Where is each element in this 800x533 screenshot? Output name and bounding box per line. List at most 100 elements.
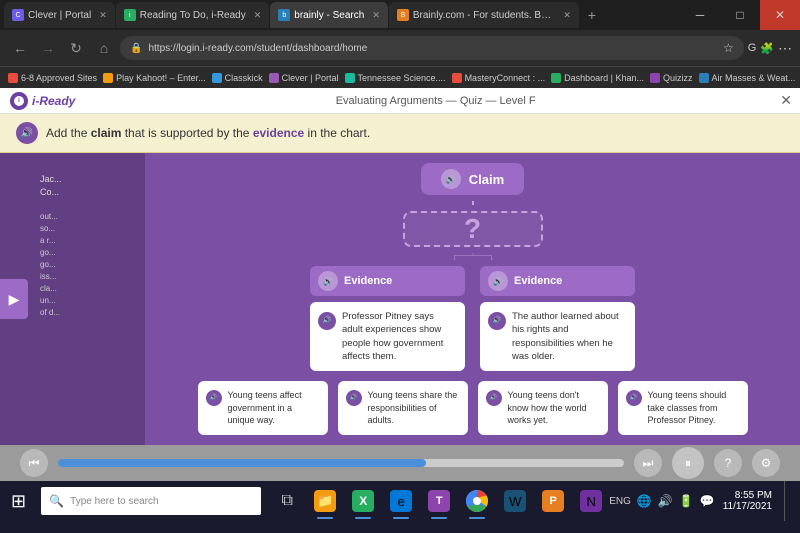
- evidence-sound-btn-2[interactable]: 🔊: [488, 271, 508, 291]
- tab-brainly[interactable]: b brainly - Search ✕: [270, 2, 388, 28]
- bookmark-tennessee[interactable]: Tennessee Science....: [345, 73, 446, 83]
- evidence-sound-btn-1[interactable]: 🔊: [318, 271, 338, 291]
- grammarly-icon[interactable]: G: [748, 42, 757, 54]
- taskbar-search[interactable]: 🔍 Type here to search: [41, 487, 261, 515]
- taskbar-powerpoint-app[interactable]: P: [535, 481, 571, 521]
- tab-brainly2[interactable]: B Brainly.com - For students. By st... ✕: [389, 2, 579, 28]
- minimize-button[interactable]: ─: [680, 0, 720, 30]
- iready-logo: i i-Ready: [10, 92, 75, 110]
- settings-icon: ⚙: [761, 456, 772, 470]
- tab-close-iready[interactable]: ✕: [254, 10, 262, 21]
- language-icon: ENG: [609, 496, 631, 507]
- bookmark-quizizz[interactable]: Quizizz: [650, 73, 693, 83]
- bottom-controls-bar: ⏮ ⏭ ⏸ ? ⚙: [0, 445, 800, 481]
- taskbar-apps-area: ⧉ 📁 X e T: [269, 481, 609, 521]
- answer-card-4[interactable]: 🔊 Young teens should take classes from P…: [618, 381, 748, 435]
- answer-card-1[interactable]: 🔊 Young teens affect government in a uni…: [198, 381, 328, 435]
- settings-button[interactable]: ⚙: [752, 449, 780, 477]
- bookmark-star-icon[interactable]: ☆: [723, 41, 734, 55]
- notification-icon[interactable]: 💬: [700, 494, 715, 508]
- claim-sound-button[interactable]: 🔊: [441, 169, 461, 189]
- sidebar-line2: Co...: [40, 186, 135, 199]
- answer-speaker-icon-1: 🔊: [210, 394, 217, 402]
- more-options-icon[interactable]: ⋯: [778, 40, 792, 57]
- tab-label-iready: Reading To Do, i-Ready: [140, 10, 246, 21]
- bookmark-dashboard[interactable]: Dashboard | Khan...: [551, 73, 644, 83]
- modal-close-button[interactable]: ✕: [780, 92, 792, 109]
- bookmark-label-air-masses: Air Masses & Weat...: [712, 73, 796, 83]
- answer-speaker-icon-2: 🔊: [350, 394, 357, 402]
- bookmark-classkick[interactable]: Classkick: [212, 73, 263, 83]
- show-desktop-button[interactable]: [784, 481, 792, 521]
- taskbar-word-app[interactable]: W: [497, 481, 533, 521]
- evidence-row: 🔊 Evidence 🔊 Professor Pitney says adult…: [310, 266, 635, 371]
- bookmark-kahoot[interactable]: Play Kahoot! – Enter...: [103, 73, 206, 83]
- arrow-connectors-svg: [303, 253, 643, 260]
- evidence-body-sound-btn-2[interactable]: 🔊: [488, 312, 506, 330]
- network-icon[interactable]: 🌐: [637, 494, 652, 508]
- tab-close-brainly2[interactable]: ✕: [563, 10, 571, 21]
- rewind-button[interactable]: ⏮: [20, 449, 48, 477]
- answer-text-2: Young teens share the responsibilities o…: [368, 389, 460, 427]
- tab-favicon-iready: i: [124, 9, 136, 21]
- evidence-header-2: 🔊 Evidence: [480, 266, 635, 296]
- tab-close-clever[interactable]: ✕: [99, 10, 107, 21]
- bookmark-mastery[interactable]: MasteryConnect : ...: [452, 73, 546, 83]
- bookmark-air-masses[interactable]: Air Masses & Weat...: [699, 73, 796, 83]
- battery-icon[interactable]: 🔋: [679, 494, 694, 508]
- connector-top: [472, 201, 474, 205]
- tab-bar: C Clever | Portal ✕ i Reading To Do, i-R…: [0, 0, 800, 30]
- evidence-body-sound-btn-1[interactable]: 🔊: [318, 312, 336, 330]
- bookmark-clever[interactable]: Clever | Portal: [269, 73, 339, 83]
- sidebar-play-button[interactable]: ▶: [0, 279, 28, 319]
- back-button[interactable]: ←: [8, 36, 32, 60]
- tab-clever[interactable]: C Clever | Portal ✕: [4, 2, 115, 28]
- evidence-body-1: 🔊 Professor Pitney says adult experience…: [310, 302, 465, 371]
- search-icon: 🔍: [49, 494, 64, 508]
- answer-sound-btn-1[interactable]: 🔊: [206, 390, 222, 406]
- fast-forward-button[interactable]: ⏭: [634, 449, 662, 477]
- start-button[interactable]: ⊞: [0, 481, 37, 521]
- puzzle-icon[interactable]: 🧩: [760, 42, 774, 55]
- home-button[interactable]: ⌂: [92, 36, 116, 60]
- claim-word: claim: [91, 126, 122, 140]
- diagram-area: 🔊 Claim ?: [145, 153, 800, 445]
- taskbar-teams-app[interactable]: T: [421, 481, 457, 521]
- volume-icon[interactable]: 🔊: [658, 494, 673, 508]
- tab-iready[interactable]: i Reading To Do, i-Ready ✕: [116, 2, 270, 28]
- forward-button[interactable]: →: [36, 36, 60, 60]
- taskbar-edge-app[interactable]: e: [383, 481, 419, 521]
- bookmark-label-tennessee: Tennessee Science....: [358, 73, 446, 83]
- close-window-button[interactable]: ✕: [760, 0, 800, 30]
- answer-card-2[interactable]: 🔊 Young teens share the responsibilities…: [338, 381, 468, 435]
- reload-button[interactable]: ↻: [64, 36, 88, 60]
- answer-sound-btn-3[interactable]: 🔊: [486, 390, 502, 406]
- bookmark-favicon-quizizz: [650, 73, 660, 83]
- taskbar-excel-app[interactable]: X: [345, 481, 381, 521]
- taskbar-chrome-app[interactable]: [459, 481, 495, 521]
- help-button[interactable]: ?: [714, 449, 742, 477]
- answer-card-3[interactable]: 🔊 Young teens don't know how the world w…: [478, 381, 608, 435]
- tab-close-brainly[interactable]: ✕: [372, 10, 380, 21]
- bookmark-favicon-approved: [8, 73, 18, 83]
- question-drop-zone[interactable]: ?: [403, 211, 543, 247]
- new-tab-button[interactable]: +: [580, 3, 604, 27]
- taskbar-task-view[interactable]: ⧉: [269, 481, 305, 521]
- sidebar-line1: Jac...: [40, 173, 135, 186]
- taskbar-file-explorer[interactable]: 📁: [307, 481, 343, 521]
- taskbar-onenote-app[interactable]: N: [573, 481, 609, 521]
- address-bar[interactable]: 🔒 https://login.i-ready.com/student/dash…: [120, 36, 744, 60]
- answer-text-4: Young teens should take classes from Pro…: [648, 389, 740, 427]
- claim-speaker-icon: 🔊: [446, 175, 456, 184]
- maximize-button[interactable]: □: [720, 0, 760, 30]
- iready-icon-inner: i: [14, 96, 24, 106]
- answer-sound-btn-2[interactable]: 🔊: [346, 390, 362, 406]
- teams-icon: T: [428, 490, 450, 512]
- instruction-sound-icon[interactable]: 🔊: [16, 122, 38, 144]
- bookmark-label-classkick: Classkick: [225, 73, 263, 83]
- answer-sound-btn-4[interactable]: 🔊: [626, 390, 642, 406]
- evidence-word: evidence: [253, 126, 304, 140]
- bookmark-approved-sites[interactable]: 6-8 Approved Sites: [8, 73, 97, 83]
- pause-button[interactable]: ⏸: [672, 447, 704, 479]
- edge-icon: e: [390, 490, 412, 512]
